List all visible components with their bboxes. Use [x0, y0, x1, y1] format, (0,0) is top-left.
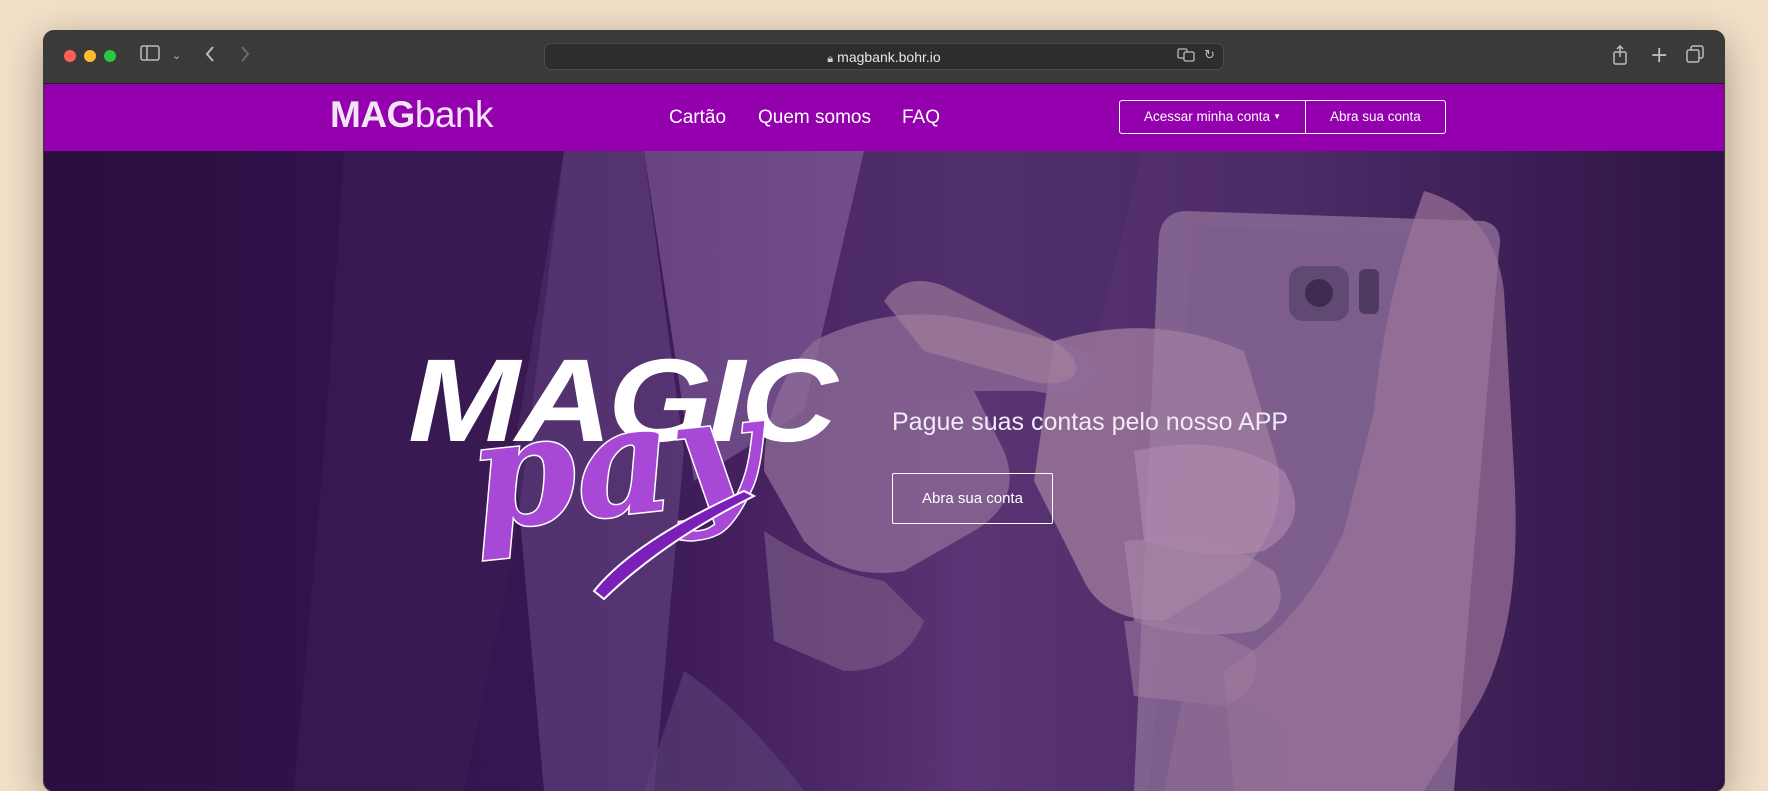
browser-toolbar: ⌄ 🔒︎ magbank.bohr.io ↻ + — [44, 31, 1724, 84]
login-dropdown-label: Acessar minha conta — [1144, 109, 1271, 124]
hero-section: MAGIC pay Pague suas contas pelo nosso A… — [44, 151, 1724, 791]
magic-pay-logo: MAGIC pay — [408, 341, 844, 601]
tabs-overview-icon[interactable] — [1686, 45, 1704, 69]
hero-background-image — [294, 151, 1516, 791]
nav-link-quem-somos[interactable]: Quem somos — [758, 107, 871, 129]
logo-light-text: bank — [414, 94, 494, 135]
hero-signup-button[interactable]: Abra sua conta — [892, 473, 1053, 524]
address-url: magbank.bohr.io — [837, 49, 941, 65]
nav-link-faq[interactable]: FAQ — [902, 107, 940, 129]
minimize-window-button[interactable] — [84, 50, 96, 62]
site-header: MAGbank Cartão Quem somos FAQ Acessar mi… — [44, 84, 1724, 151]
sidebar-icon[interactable] — [140, 45, 160, 67]
back-icon[interactable] — [204, 45, 216, 69]
lock-icon: 🔒︎ — [827, 53, 834, 65]
reload-icon[interactable]: ↻ — [1204, 48, 1215, 63]
account-button-group: Acessar minha conta ▼ Abra sua conta — [1119, 100, 1446, 134]
magbank-logo[interactable]: MAGbank — [330, 94, 494, 136]
hero-tagline: Pague suas contas pelo nosso APP — [892, 408, 1289, 436]
magic-logo-script: pay — [462, 359, 777, 565]
browser-window: ⌄ 🔒︎ magbank.bohr.io ↻ + MAGbank Cartão … — [44, 31, 1724, 791]
close-window-button[interactable] — [64, 50, 76, 62]
logo-bold-text: MAG — [330, 94, 415, 135]
forward-icon[interactable] — [239, 45, 251, 69]
nav-link-cartao[interactable]: Cartão — [669, 107, 726, 129]
login-dropdown-button[interactable]: Acessar minha conta ▼ — [1120, 101, 1305, 133]
share-icon[interactable] — [1612, 44, 1628, 71]
caret-down-icon: ▼ — [1273, 112, 1281, 122]
zoom-window-button[interactable] — [104, 50, 116, 62]
chevron-down-icon[interactable]: ⌄ — [172, 45, 181, 67]
header-signup-button[interactable]: Abra sua conta — [1304, 101, 1445, 133]
translate-icon[interactable] — [1177, 48, 1195, 66]
new-tab-icon[interactable]: + — [1650, 45, 1668, 67]
address-bar[interactable]: 🔒︎ magbank.bohr.io ↻ — [544, 43, 1224, 70]
